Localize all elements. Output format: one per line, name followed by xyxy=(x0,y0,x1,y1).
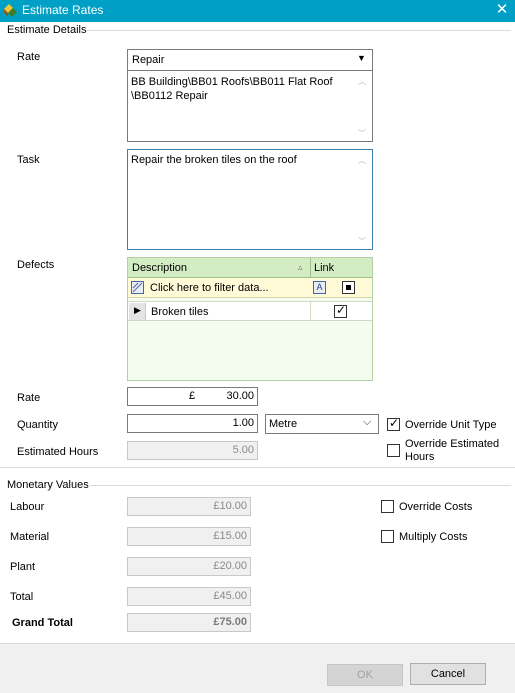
rate-input[interactable]: £ 30.00 xyxy=(127,387,258,406)
rate-value-label: Rate xyxy=(17,392,41,404)
override-unit-type-checkbox[interactable] xyxy=(387,416,400,431)
table-row[interactable]: ▶ Broken tiles xyxy=(128,301,372,321)
total-label: Total xyxy=(10,591,34,603)
sort-icon[interactable]: ▵ xyxy=(298,262,303,273)
scroll-up-icon[interactable]: ︿ xyxy=(357,155,367,166)
monetary-values-divider xyxy=(90,485,511,486)
filter-icon[interactable] xyxy=(131,281,144,294)
material-label: Material xyxy=(10,531,50,543)
override-costs-checkbox[interactable] xyxy=(381,500,394,513)
quantity-input[interactable]: 1.00 xyxy=(127,414,258,433)
grand-total-label: Grand Total xyxy=(12,617,73,629)
override-unit-type-label[interactable]: Override Unit Type xyxy=(405,419,497,431)
chevron-down-icon[interactable]: ⌵ xyxy=(363,416,371,429)
title-bar: Estimate Rates ✕ xyxy=(0,0,515,22)
description-column-header[interactable]: Description xyxy=(132,262,187,274)
labour-label: Labour xyxy=(10,501,45,513)
grid-header: Description ▵ Link xyxy=(128,258,372,278)
scroll-up-icon[interactable]: ︿ xyxy=(357,76,367,87)
monetary-values-group-label: Monetary Values xyxy=(7,479,89,491)
chevron-down-icon[interactable]: ▼ xyxy=(357,53,366,63)
estimate-details-divider xyxy=(86,30,511,31)
link-column-header[interactable]: Link xyxy=(314,262,334,274)
override-estimated-hours-checkbox[interactable] xyxy=(387,444,400,457)
total-field: £45.00 xyxy=(127,587,251,606)
text-filter-icon[interactable]: A xyxy=(313,281,326,294)
rate-path-display: BB Building\BB01 Roofs\BB011 Flat Roof \… xyxy=(127,71,373,142)
defect-description: Broken tiles xyxy=(151,306,209,318)
grand-total-field: £75.00 xyxy=(127,613,251,632)
labour-field: £10.00 xyxy=(127,497,251,516)
estimated-hours-label: Estimated Hours xyxy=(17,446,99,458)
link-filter-checkbox[interactable] xyxy=(342,281,355,294)
task-textarea[interactable]: Repair the broken tiles on the roof ︿ ﹀ xyxy=(127,149,373,250)
unit-select-value: Metre xyxy=(269,418,298,430)
rate-value: 30.00 xyxy=(226,390,254,402)
estimated-hours-field: 5.00 xyxy=(127,441,258,460)
window-title: Estimate Rates xyxy=(22,3,104,17)
unit-select[interactable]: Metre ⌵ xyxy=(265,414,379,434)
defects-label: Defects xyxy=(17,259,55,271)
section-divider xyxy=(0,467,515,468)
rate-path-text: BB Building\BB01 Roofs\BB011 Flat Roof \… xyxy=(131,76,333,102)
column-divider xyxy=(310,302,311,320)
cancel-button[interactable]: Cancel xyxy=(410,663,486,685)
plant-label: Plant xyxy=(10,561,36,573)
scroll-down-icon[interactable]: ﹀ xyxy=(357,128,367,139)
defect-link-checkbox[interactable] xyxy=(334,303,347,318)
multiply-costs-checkbox[interactable] xyxy=(381,530,394,543)
current-row-icon: ▶ xyxy=(134,305,141,315)
override-costs-label[interactable]: Override Costs xyxy=(399,501,472,513)
row-indicator: ▶ xyxy=(129,303,146,320)
ok-button[interactable]: OK xyxy=(327,664,403,686)
close-icon[interactable]: ✕ xyxy=(493,1,511,19)
material-field: £15.00 xyxy=(127,527,251,546)
app-logo-icon xyxy=(4,4,17,17)
estimate-details-group-label: Estimate Details xyxy=(7,24,87,36)
plant-field: £20.00 xyxy=(127,557,251,576)
override-estimated-hours-label-line1[interactable]: Override Estimated xyxy=(405,438,499,450)
scroll-down-icon[interactable]: ﹀ xyxy=(357,236,367,247)
rate-select[interactable]: Repair ▼ xyxy=(127,49,373,71)
filter-placeholder[interactable]: Click here to filter data... xyxy=(150,282,269,294)
quantity-label: Quantity xyxy=(17,419,58,431)
filter-row[interactable]: Click here to filter data... A xyxy=(128,278,372,298)
task-label: Task xyxy=(17,154,40,166)
task-text: Repair the broken tiles on the roof xyxy=(131,154,297,166)
defects-grid: Description ▵ Link Click here to filter … xyxy=(127,257,373,381)
multiply-costs-label[interactable]: Multiply Costs xyxy=(399,531,467,543)
rate-currency: £ xyxy=(189,390,196,402)
column-divider xyxy=(310,258,311,278)
rate-label: Rate xyxy=(17,51,41,63)
override-estimated-hours-label-line2[interactable]: Hours xyxy=(405,451,434,463)
rate-select-value: Repair xyxy=(132,54,165,66)
